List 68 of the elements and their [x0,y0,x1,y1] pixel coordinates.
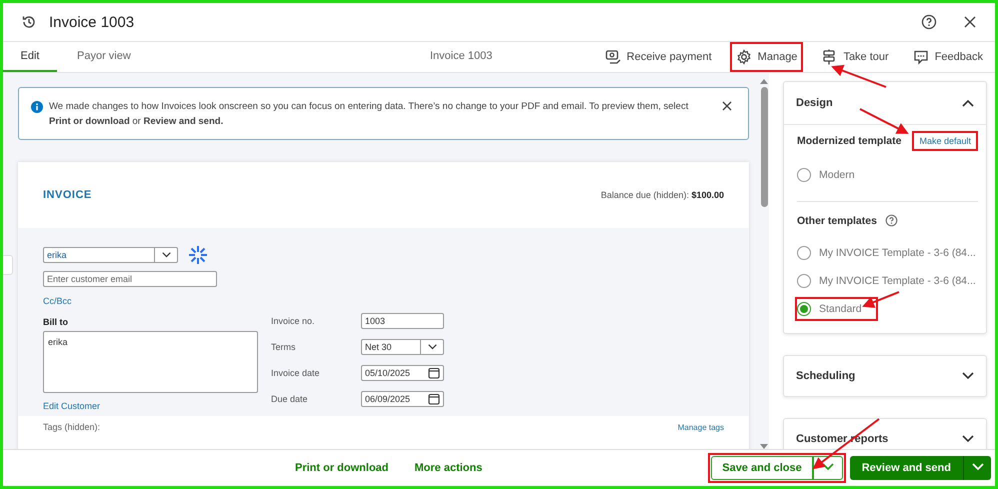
section-title: Design [796,97,833,109]
section-heading: Modernized template [797,135,902,147]
bill-to-field[interactable]: erika [43,331,258,393]
expand-icon[interactable] [162,251,170,259]
email-field[interactable]: Enter customer email [43,271,217,287]
tab[interactable]: Payor view [65,42,143,72]
balance-due: Balance due (hidden): $100.00 [600,190,724,200]
template-option[interactable]: Standard [819,303,862,315]
date-field[interactable]: 05/10/2025 [361,365,444,382]
help-icon[interactable] [921,14,937,30]
invoice-heading: INVOICE [43,189,92,201]
cc-bcc-link[interactable]: Cc/Bcc [43,296,724,306]
edit-customer-link[interactable]: Edit Customer [43,401,258,411]
toolbar-button[interactable]: Take tour [817,46,893,68]
radio-button[interactable] [797,274,811,288]
history-icon[interactable] [21,14,37,30]
template-option[interactable]: Modern [819,169,855,181]
radio-button[interactable] [797,302,811,316]
review-and-send-button[interactable]: Review and send [850,456,963,480]
expand-icon[interactable] [428,342,436,351]
collapsible-panel[interactable]: Customer reports [783,418,987,449]
footer-link[interactable]: More actions [406,460,490,476]
template-option[interactable]: My INVOICE Template - 3-6 (84... [819,275,976,287]
field-label: Terms [271,342,296,352]
template-option[interactable]: My INVOICE Template - 3-6 (84... [819,247,976,259]
caret-icon [822,463,834,471]
field-label: Invoice date [271,368,321,378]
dropdown-button[interactable] [963,456,991,480]
toolbar-button[interactable]: Receive payment [600,46,716,68]
footer-link[interactable]: Print or download [287,460,396,476]
payment-icon [604,49,621,65]
manage-tags-link[interactable]: Manage tags [678,421,724,434]
calendar-icon[interactable] [428,393,440,406]
settings-icon [736,49,752,65]
window-title: Invoice 1003 [49,14,134,30]
field-label: Invoice no. [271,316,316,326]
tags-label: Tags (hidden): [43,421,100,434]
radio-button[interactable] [797,168,811,182]
expand-icon[interactable] [962,372,974,380]
close-icon[interactable] [722,101,732,111]
toolbar-button[interactable]: Manage [732,46,802,68]
annotation-arrow [831,64,886,88]
section-title: Customer reports [796,433,888,445]
calendar-icon[interactable] [428,367,440,380]
annotation-arrow [860,108,909,134]
field-label: Due date [271,394,309,404]
make-default-link[interactable]: Make default [914,133,976,149]
info-icon [31,101,43,113]
section-heading: Other templates [797,214,877,226]
section-title: Scheduling [796,370,856,382]
radio-button[interactable] [797,246,811,260]
help-icon[interactable] [884,214,898,227]
terms-dropdown[interactable]: Net 30 [361,338,444,355]
collapse-icon[interactable] [962,99,974,107]
expand-icon[interactable] [962,435,974,443]
customer-dropdown[interactable]: erika [43,247,178,263]
chat-icon [912,49,929,65]
banner-message: We made changes to how Invoices look onscreen so you can focus on entering data. There’s no change to your PDF and email. To preview them, select Print or download or Review and send. [49,100,690,129]
collapsible-panel[interactable]: Scheduling [783,355,987,397]
bill-to-label: Bill to [43,317,69,327]
toolbar-button[interactable]: Feedback [908,46,987,68]
signpost-icon [821,49,838,65]
date-field[interactable]: 06/09/2025 [361,391,444,408]
invoice-label: Invoice 1003 [430,50,492,62]
invoice-number-field[interactable]: 1003 [361,312,444,329]
caret-icon [972,463,984,471]
close-icon[interactable] [963,15,977,29]
save-and-close-button[interactable]: Save and close [711,456,813,480]
